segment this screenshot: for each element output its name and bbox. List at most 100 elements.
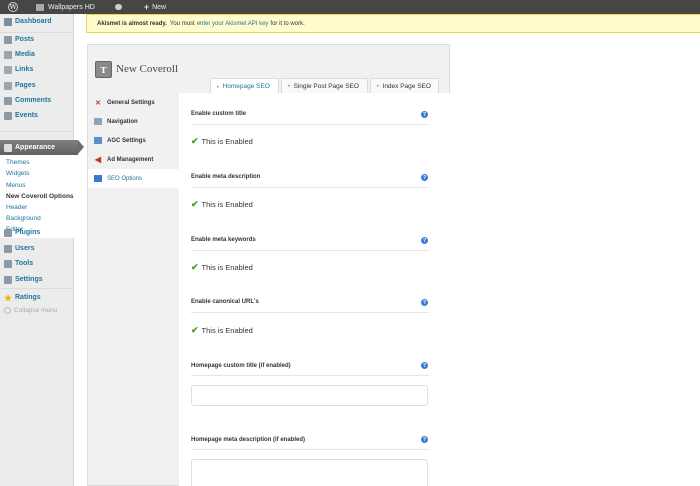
nav-label: Ad Management [107,156,154,163]
sidebar-item-posts[interactable]: Posts [0,32,74,47]
help-icon[interactable]: ? [421,362,428,369]
sidebar-item-label: Links [15,66,34,73]
tab-homepage-seo[interactable]: ▸ Homepage SEO [210,78,279,94]
checkmark-icon: ✔ [191,262,199,272]
notice-heading: Akismet is almost ready. [97,20,167,27]
status-text: This is Enabled [201,326,253,335]
submenu-item-themes[interactable]: Themes [6,159,29,166]
akismet-key-link[interactable]: enter your Akismet API key [197,21,269,27]
sidebar-item-events[interactable]: Events [0,108,74,123]
tab-arrow-icon: ▸ [288,83,291,89]
new-content-button[interactable]: + New [130,2,166,12]
theme-logo-icon: T [95,61,112,78]
tab-single-post-page-seo[interactable]: ▸ Single Post Page SEO [281,78,368,93]
homepage-meta-description-textarea[interactable] [191,459,428,486]
submenu-item-menus[interactable]: Menus [6,182,26,189]
comments-icon [4,96,12,105]
submenu-item-widgets[interactable]: Widgets [6,170,29,177]
sidebar-item-users[interactable]: Users [0,241,74,256]
checkmark-icon: ✔ [191,136,199,146]
home-icon [36,3,44,11]
checkmark-icon: ✔ [191,199,199,209]
seo-icon [94,175,102,182]
page-title: New Coveroll [116,63,179,75]
tools-icon [4,259,12,268]
posts-icon [4,35,12,44]
option-label-custom-title: Enable custom title [191,111,247,117]
nav-item-navigation[interactable]: Navigation [88,112,179,131]
sidebar-item-pages[interactable]: Pages [0,78,74,93]
sidebar-item-tools[interactable]: Tools [0,256,74,271]
wp-logo-button[interactable]: W [8,2,18,12]
notice-text-end: for it to work. [270,20,305,27]
plugins-icon [4,228,12,237]
option-label-meta-keywords: Enable meta keywords [191,237,256,243]
divider [191,250,429,251]
plus-icon: + [143,2,150,12]
collapse-menu-button[interactable]: Collapse menu [4,307,57,314]
nav-item-general-settings[interactable]: ✕ General Settings [88,93,179,112]
help-icon[interactable]: ? [421,436,428,443]
nav-item-seo-options[interactable]: SEO Options [88,169,179,188]
sidebar-item-label: Comments [15,97,52,104]
sidebar-item-label: Tools [15,260,34,267]
tab-arrow-icon: ▸ [217,83,220,90]
sidebar-item-label: Pages [15,82,36,89]
option-label-canonical-urls: Enable canonical URL's [191,299,259,305]
dashboard-icon [4,17,12,26]
tab-arrow-icon: ▸ [377,83,380,89]
option-status-meta-description: ✔ This is Enabled [191,199,253,210]
admin-bar: W Wallpapers HD + New [0,0,700,14]
sidebar-item-label: Settings [15,276,43,283]
sidebar-item-label: Dashboard [15,18,52,25]
nav-label: AGC Settings [107,137,146,144]
sidebar-item-settings[interactable]: Settings [0,272,74,287]
tab-index-page-seo[interactable]: ▸ Index Page SEO [370,78,439,93]
sidebar-item-media[interactable]: Media [0,47,74,62]
sidebar-item-label: Ratings [15,294,41,301]
events-icon [4,111,12,120]
nav-label: SEO Options [107,175,143,182]
submenu-item-new-coveroll-options[interactable]: New Coveroll Options [6,193,74,200]
submenu-item-background[interactable]: Background [6,215,41,222]
status-text: This is Enabled [201,263,253,272]
notice-text: You must [169,20,195,27]
comment-bubble-icon [114,4,122,10]
sidebar-item-label: Plugins [15,229,41,236]
comments-button[interactable] [103,4,122,10]
help-icon[interactable]: ? [421,111,428,118]
new-label: New [152,3,167,11]
site-name-button[interactable]: Wallpapers HD [26,3,95,11]
sidebar-item-label: Appearance [15,144,56,151]
admin-sidebar: Dashboard Posts Media Links Pages Commen… [0,14,84,486]
sidebar-item-label: Users [15,245,35,252]
sidebar-item-plugins[interactable]: Plugins [0,225,74,240]
star-icon: ★ [4,292,13,303]
help-icon[interactable]: ? [421,174,428,181]
akismet-notice: Akismet is almost ready. You must enter … [86,14,700,33]
option-label-meta-description: Enable meta description [191,174,261,180]
help-icon[interactable]: ? [421,299,428,306]
tab-label: Single Post Page SEO [293,82,359,90]
users-icon [4,244,12,253]
theme-options-panel: T New Coveroll ▸ Homepage SEO ▸ Single Pos… [87,44,450,486]
menu-separator [0,131,74,132]
homepage-custom-title-input[interactable] [191,385,428,406]
sidebar-item-dashboard[interactable]: Dashboard [0,14,74,29]
sidebar-item-appearance[interactable]: Appearance [0,140,84,155]
agc-icon [94,137,102,144]
help-icon[interactable]: ? [421,237,428,244]
sidebar-item-comments[interactable]: Comments [0,93,74,108]
nav-item-ad-management[interactable]: ◀ Ad Management [88,150,179,169]
sidebar-item-ratings[interactable]: ★ Ratings [0,290,74,305]
option-status-meta-keywords: ✔ This is Enabled [191,262,253,273]
cross-tools-icon: ✕ [95,99,101,107]
status-text: This is Enabled [201,137,253,146]
site-name: Wallpapers HD [48,3,95,11]
nav-item-agc-settings[interactable]: AGC Settings [88,131,179,150]
field-label-homepage-custom-title: Homepage custom title (if enabled) [191,363,291,369]
submenu-item-header[interactable]: Header [6,204,27,211]
seo-options-content: Enable custom title ? ✔ This is Enabled E… [179,93,450,486]
sidebar-item-links[interactable]: Links [0,62,74,77]
field-label-homepage-meta-description: Homepage meta description (if enabled) [191,437,306,443]
